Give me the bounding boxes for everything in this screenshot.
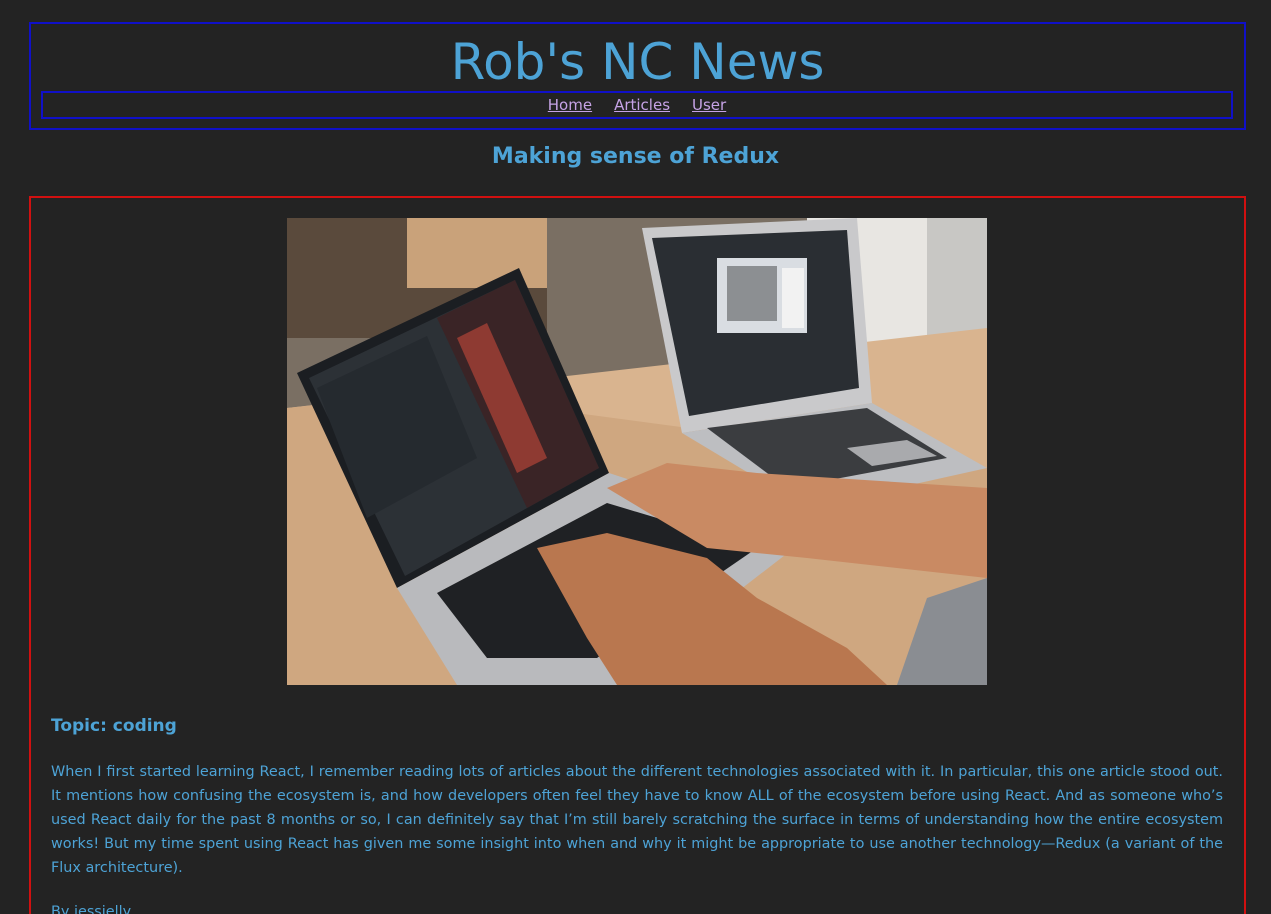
- article-author: By jessjelly: [51, 904, 132, 914]
- article-image: [287, 218, 987, 685]
- article-card: Topic: coding When I first started learn…: [29, 196, 1246, 914]
- article-topic: Topic: coding: [51, 716, 177, 736]
- nav-link-home[interactable]: Home: [548, 95, 592, 115]
- nav-link-articles[interactable]: Articles: [614, 95, 670, 115]
- nav-link-user[interactable]: User: [692, 95, 726, 115]
- article-title: Making sense of Redux: [491, 144, 780, 169]
- navbar: Home Articles User: [41, 91, 1233, 119]
- article-body: When I first started learning React, I r…: [51, 764, 1223, 876]
- site-header: Rob's NC News Home Articles User: [29, 22, 1246, 130]
- page: Rob's NC News Home Articles User Making …: [0, 0, 1271, 914]
- site-title: Rob's NC News: [450, 33, 825, 91]
